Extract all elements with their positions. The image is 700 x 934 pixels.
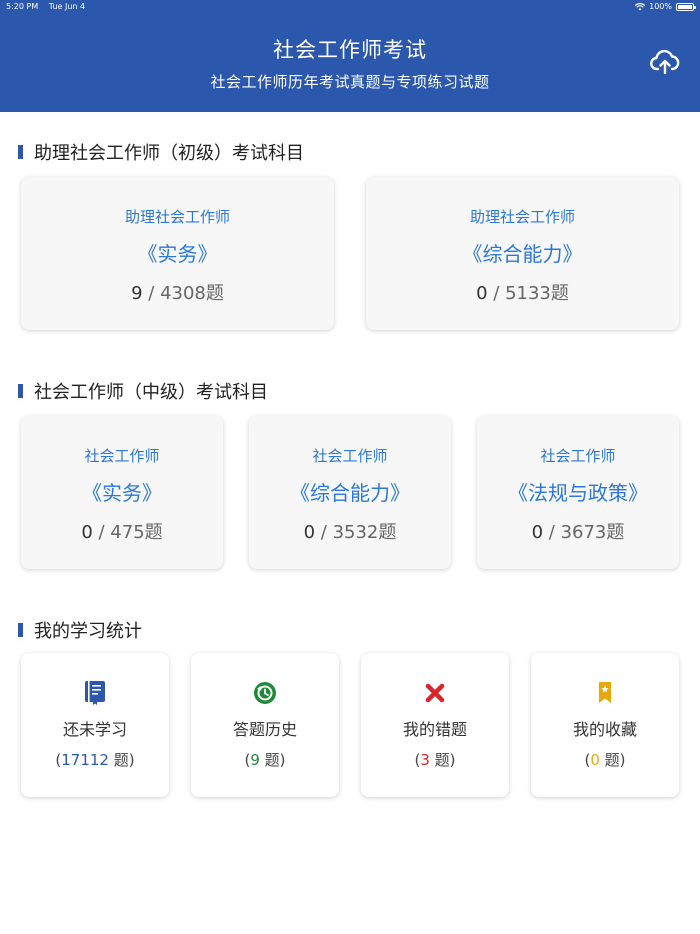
card-subject: 《综合能力》 [290,481,410,505]
card-subject: 《法规与政策》 [508,481,648,505]
stat-wrong[interactable]: 我的错题 (3 题) [361,653,509,797]
history-icon [254,682,276,704]
page-title: 社会工作师考试 [273,38,427,62]
section-title-primary: 助理社会工作师（初级）考试科目 [18,139,304,165]
card-primary-practice[interactable]: 助理社会工作师 《实务》 9 / 4308题 [21,177,334,330]
app-header: 5:20 PM Tue Jun 4 100% 社会工作师考试 社会工作师历年考试… [0,0,700,112]
card-subject: 《综合能力》 [462,242,583,266]
card-count: 0 / 3532题 [249,518,451,544]
stat-count: (9 题) [191,749,339,770]
card-middle-ability[interactable]: 社会工作师 《综合能力》 0 / 3532题 [249,416,451,569]
card-level: 助理社会工作师 [469,208,575,226]
stat-label: 我的错题 [402,720,467,739]
stat-value: 0 [590,751,600,769]
page-subtitle: 社会工作师历年考试真题与专项练习试题 [210,73,490,91]
card-count: 0 / 475题 [21,518,223,544]
card-middle-practice[interactable]: 社会工作师 《实务》 0 / 475题 [21,416,223,569]
stat-count: (0 题) [531,749,679,770]
status-date: Tue Jun 4 [48,2,86,11]
wrong-icon [425,683,445,703]
stat-unit: 题) [429,751,456,769]
card-primary-ability[interactable]: 助理社会工作师 《综合能力》 0 / 5133题 [366,177,679,330]
count-separator: / [543,522,561,543]
stat-unit: 题) [599,751,626,769]
wifi-icon [635,2,646,10]
section-title-middle: 社会工作师（中级）考试科目 [18,378,268,404]
status-time: 5:20 PM [6,2,39,11]
total-count: 5133题 [505,283,569,304]
done-count: 0 [303,522,316,543]
status-bar: 5:20 PM Tue Jun 4 100% [0,2,700,14]
battery-percent: 100% [649,2,672,11]
book-icon [85,681,105,705]
cloud-upload-icon[interactable] [650,48,680,76]
stat-count: (3 题) [361,749,509,770]
stat-value: 3 [420,751,430,769]
section-title-text: 社会工作师（中级）考试科目 [34,382,268,403]
card-count: 0 / 5133题 [366,279,679,305]
stat-not-learned[interactable]: 还未学习 (17112 题) [21,653,169,797]
stat-label: 答题历史 [232,720,297,739]
card-level: 助理社会工作师 [124,208,230,226]
stat-favorites[interactable]: 我的收藏 (0 题) [531,653,679,797]
total-count: 475题 [110,522,163,543]
card-subject: 《实务》 [82,481,162,505]
section-title-text: 助理社会工作师（初级）考试科目 [34,143,304,164]
section-marker [18,145,23,159]
section-title-text: 我的学习统计 [34,621,142,642]
stat-value: 9 [250,751,260,769]
stat-label: 还未学习 [62,720,127,739]
stat-label: 我的收藏 [572,720,637,739]
done-count: 0 [476,283,488,304]
stat-history[interactable]: 答题历史 (9 题) [191,653,339,797]
total-count: 3673题 [560,522,625,543]
card-level: 社会工作师 [540,447,616,465]
bookmark-icon [599,682,611,703]
done-count: 0 [531,522,544,543]
total-count: 3532题 [332,522,397,543]
section-marker [18,623,23,637]
card-subject: 《实务》 [137,242,218,266]
card-middle-law[interactable]: 社会工作师 《法规与政策》 0 / 3673题 [477,416,679,569]
card-level: 社会工作师 [84,447,160,465]
card-level: 社会工作师 [312,447,388,465]
stat-value: 17112 [61,751,109,769]
card-count: 9 / 4308题 [21,279,334,305]
card-count: 0 / 3673题 [477,518,679,544]
total-count: 4308题 [160,283,224,304]
count-separator: / [487,283,506,304]
section-marker [18,384,23,398]
count-separator: / [92,522,111,543]
done-count: 9 [131,283,143,304]
count-separator: / [315,522,333,543]
battery-icon [676,2,696,11]
stat-count: (17112 题) [21,749,169,770]
count-separator: / [142,283,161,304]
stat-unit: 题) [259,751,286,769]
stat-unit: 题) [108,751,135,769]
section-title-stats: 我的学习统计 [18,617,142,643]
done-count: 0 [81,522,93,543]
